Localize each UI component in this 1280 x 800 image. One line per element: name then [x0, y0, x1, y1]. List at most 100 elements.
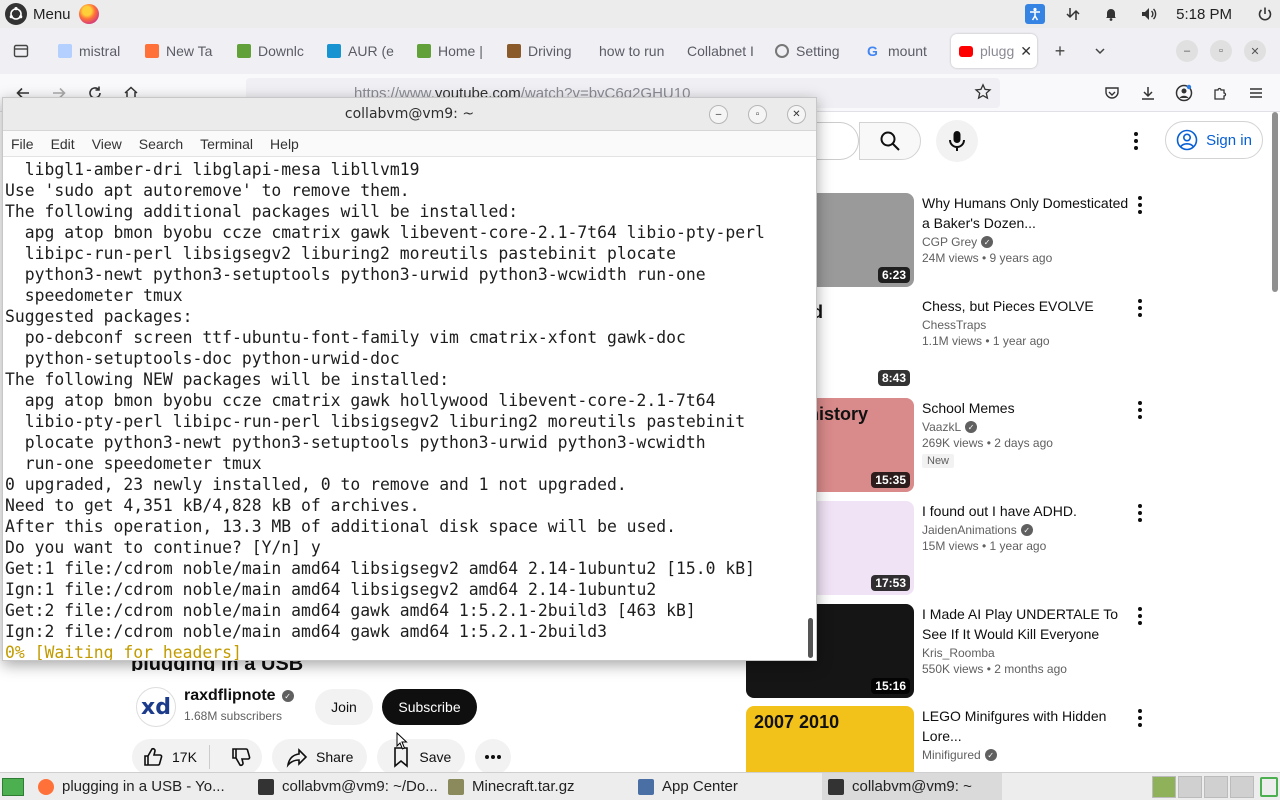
terminal-line: Ign:2 file:/cdrom noble/main amd64 gawk …: [5, 622, 607, 641]
join-button[interactable]: Join: [315, 689, 373, 725]
video-options-icon[interactable]: [1132, 296, 1148, 320]
firefox-launcher-icon[interactable]: [78, 4, 99, 24]
dislike-button[interactable]: [218, 746, 264, 768]
video-meta: I Made AI Play UNDERTALE To See If It Wo…: [922, 604, 1132, 676]
browser-tab[interactable]: AUR (e: [319, 34, 409, 68]
video-options-icon[interactable]: [1132, 501, 1148, 525]
terminal-menubar: File Edit View Search Terminal Help: [3, 131, 816, 157]
workspace-1[interactable]: [1152, 775, 1176, 798]
terminal-minimize-icon[interactable]: –: [709, 105, 728, 124]
menu-view[interactable]: View: [92, 136, 122, 152]
workspace-4[interactable]: [1230, 775, 1254, 798]
new-tab-plus-icon[interactable]: +: [1045, 36, 1075, 66]
video-title-link[interactable]: Why Humans Only Domesticated a Baker's D…: [922, 193, 1132, 233]
volume-icon[interactable]: [1130, 0, 1168, 28]
notification-bell-icon[interactable]: [1092, 0, 1130, 28]
menu-search[interactable]: Search: [139, 136, 183, 152]
browser-tab[interactable]: Downlc: [229, 34, 319, 68]
video-title-link[interactable]: I Made AI Play UNDERTALE To See If It Wo…: [922, 604, 1132, 644]
ubuntu-menu-icon[interactable]: [5, 3, 27, 25]
youtube-more-options-icon[interactable]: [1124, 126, 1148, 156]
terminal-maximize-icon[interactable]: ▫: [748, 105, 767, 124]
page-scrollbar[interactable]: [1272, 112, 1278, 292]
hamburger-menu-icon[interactable]: [1238, 78, 1274, 108]
sign-in-button[interactable]: Sign in: [1165, 121, 1263, 159]
downloads-icon[interactable]: [1130, 78, 1166, 108]
video-channel[interactable]: VaazkL ✓: [922, 420, 1132, 434]
subscribe-button[interactable]: Subscribe: [382, 689, 477, 725]
taskbar-item[interactable]: collabvm@vm9: ~: [822, 772, 1002, 800]
browser-tab-active[interactable]: plugg ✕: [951, 34, 1037, 68]
channel-avatar[interactable]: xd: [136, 687, 176, 727]
video-title-link[interactable]: LEGO Minifgures with Hidden Lore...: [922, 706, 1132, 746]
taskbar-item[interactable]: plugging in a USB - Yo...: [32, 773, 252, 800]
share-arrow-icon: [286, 748, 308, 768]
power-icon[interactable]: [1250, 0, 1280, 28]
menu-button-label[interactable]: Menu: [33, 6, 71, 23]
browser-tab[interactable]: Gmount: [859, 34, 945, 68]
channel-name: Minifigured: [922, 748, 981, 762]
clock[interactable]: 5:18 PM: [1176, 6, 1232, 23]
video-channel[interactable]: Minifigured ✓: [922, 748, 1132, 762]
taskbar-item[interactable]: Minecraft.tar.gz: [442, 773, 632, 800]
video-options-icon[interactable]: [1132, 706, 1148, 730]
video-channel[interactable]: JaidenAnimations ✓: [922, 523, 1132, 537]
menu-file[interactable]: File: [11, 136, 34, 152]
terminal-output[interactable]: libgl1-amber-dri libglapi-mesa libllvm19…: [4, 158, 804, 660]
terminal-scrollbar[interactable]: [808, 618, 813, 658]
channel-name-link[interactable]: raxdflipnote ✓: [184, 687, 294, 705]
video-channel[interactable]: Kris_Roomba: [922, 646, 1132, 660]
list-all-tabs-chevron-icon[interactable]: [1085, 36, 1115, 66]
video-options-icon[interactable]: [1132, 398, 1148, 422]
browser-tab[interactable]: Collabnet I: [679, 34, 767, 68]
close-tab-icon[interactable]: ✕: [1020, 43, 1032, 60]
browser-tab[interactable]: New Ta: [137, 34, 229, 68]
video-title-link[interactable]: Chess, but Pieces EVOLVE: [922, 296, 1132, 316]
minimize-window-icon[interactable]: –: [1176, 40, 1198, 62]
show-desktop-icon[interactable]: [2, 777, 24, 796]
trash-icon[interactable]: [1260, 776, 1278, 797]
voice-search-mic-icon[interactable]: [936, 120, 978, 162]
terminal-window[interactable]: collabvm@vm9: ~ – ▫ ✕ File Edit View Sea…: [2, 97, 817, 661]
workspace-3[interactable]: [1204, 775, 1228, 798]
browser-tab[interactable]: mistral: [50, 34, 137, 68]
menu-terminal[interactable]: Terminal: [200, 136, 253, 152]
pocket-icon[interactable]: [1094, 78, 1130, 108]
video-channel[interactable]: ChessTraps: [922, 318, 1132, 332]
maximize-window-icon[interactable]: ▫: [1210, 40, 1232, 62]
terminal-close-icon[interactable]: ✕: [787, 105, 806, 124]
browser-tab[interactable]: Setting: [767, 34, 859, 68]
accessibility-icon[interactable]: [1016, 0, 1054, 28]
close-window-icon[interactable]: ✕: [1244, 40, 1266, 62]
network-icon[interactable]: [1054, 0, 1092, 28]
like-button[interactable]: 17K: [132, 745, 210, 769]
task-list: plugging in a USB - Yo... collabvm@vm9: ~…: [32, 772, 1002, 800]
account-icon[interactable]: [1166, 78, 1202, 108]
video-thumbnail[interactable]: 2007 2010: [746, 706, 914, 772]
like-dislike-group: 17K: [132, 739, 262, 772]
video-options-icon[interactable]: [1132, 193, 1148, 217]
taskbar-item[interactable]: App Center: [632, 773, 822, 800]
video-title-link[interactable]: School Memes: [922, 398, 1132, 418]
taskbar-item[interactable]: collabvm@vm9: ~/Do...: [252, 773, 442, 800]
recommendation-item[interactable]: 2007 2010 LEGO Minifgures with Hidden Lor…: [746, 706, 1176, 772]
video-title-link[interactable]: I found out I have ADHD.: [922, 501, 1132, 521]
menu-edit[interactable]: Edit: [51, 136, 75, 152]
bookmark-star-icon[interactable]: [974, 83, 992, 106]
video-channel[interactable]: CGP Grey ✓: [922, 235, 1132, 249]
share-button[interactable]: Share: [272, 739, 368, 772]
channel-name: JaidenAnimations: [922, 523, 1017, 537]
browser-tab[interactable]: Driving: [499, 34, 591, 68]
more-actions-button[interactable]: [475, 739, 512, 772]
browser-tab[interactable]: how to run: [591, 34, 679, 68]
firefox-view-icon[interactable]: [6, 36, 36, 66]
extensions-puzzle-icon[interactable]: [1202, 78, 1238, 108]
terminal-titlebar[interactable]: collabvm@vm9: ~ – ▫ ✕: [3, 98, 816, 131]
workspace-2[interactable]: [1178, 775, 1202, 798]
save-button[interactable]: Save: [377, 739, 466, 772]
youtube-search-input[interactable]: [815, 122, 859, 160]
menu-help[interactable]: Help: [270, 136, 299, 152]
youtube-search-icon[interactable]: [859, 122, 921, 160]
video-options-icon[interactable]: [1132, 604, 1148, 628]
browser-tab[interactable]: Home |: [409, 34, 499, 68]
